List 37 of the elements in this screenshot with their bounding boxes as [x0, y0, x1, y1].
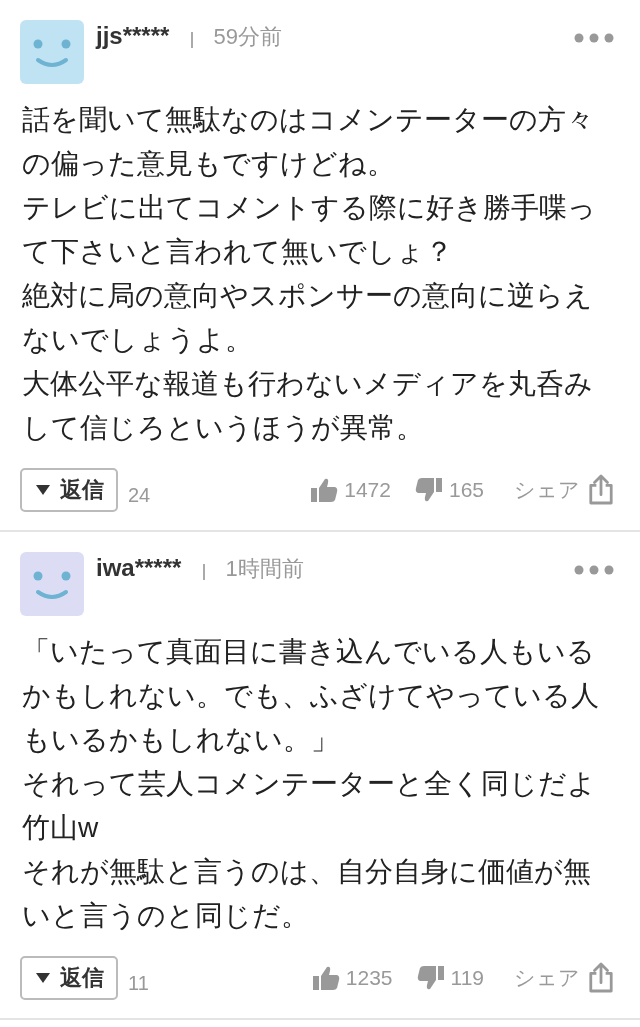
comment-text: テレビに出てコメントする際に好き勝手喋っ [22, 191, 597, 225]
thumbs-up-icon[interactable] [311, 965, 340, 991]
comment-text: もいるかもしれない。」 [22, 723, 340, 757]
post-time: 59分前 [213, 23, 282, 51]
user-name: jjs***** [96, 22, 170, 50]
comment-text: して信じろというほうが異常。 [22, 411, 425, 445]
more-icon[interactable] [574, 565, 614, 575]
caret-icon [36, 973, 50, 983]
like-count: 1235 [345, 966, 393, 990]
comment-text: 絶対に局の意向やスポンサーの意向に逆らえ [22, 279, 594, 313]
dislike-count: 165 [448, 478, 484, 502]
reply-count: 11 [128, 971, 149, 995]
comment-text: それって芸人コメンテーターと全く同じだよ [22, 767, 597, 801]
share-icon [588, 474, 614, 506]
share-icon [588, 962, 614, 994]
comment-text: かもしれない。でも、ふざけてやっている人 [22, 679, 600, 713]
post-time: 1時間前 [225, 555, 304, 583]
caret-icon [36, 485, 50, 495]
dislike-count: 119 [450, 966, 484, 990]
comment-text: 話を聞いて無駄なのはコメンテーターの方々 [22, 103, 595, 137]
comment-text: 竹山w [22, 811, 100, 845]
like-count: 1472 [344, 478, 391, 502]
thumbs-down-icon[interactable] [416, 965, 445, 991]
reply-count: 24 [128, 483, 151, 507]
comment-text: ないでしょうよ。 [22, 323, 254, 357]
thumbs-down-icon[interactable] [414, 477, 443, 503]
reply-button[interactable]: 返信 [20, 956, 118, 1000]
comment-text: 大体公平な報道も行わないメディアを丸呑み [22, 367, 594, 401]
user-name: iwa***** [96, 554, 182, 582]
thumbs-up-icon[interactable] [310, 477, 339, 503]
reply-button[interactable]: 返信 [20, 468, 118, 512]
comment-text: いと言うのと同じだ。 [22, 899, 310, 933]
comment-text: て下さいと言われて無いでしょ？ [22, 235, 454, 269]
comment-text: の偏った意見もですけどね。 [22, 147, 396, 181]
comment-text: それが無駄と言うのは、自分自身に価値が無 [22, 855, 592, 889]
comment-text: 「いたって真面目に書き込んでいる人もいる [22, 635, 596, 669]
more-icon[interactable] [574, 33, 614, 43]
